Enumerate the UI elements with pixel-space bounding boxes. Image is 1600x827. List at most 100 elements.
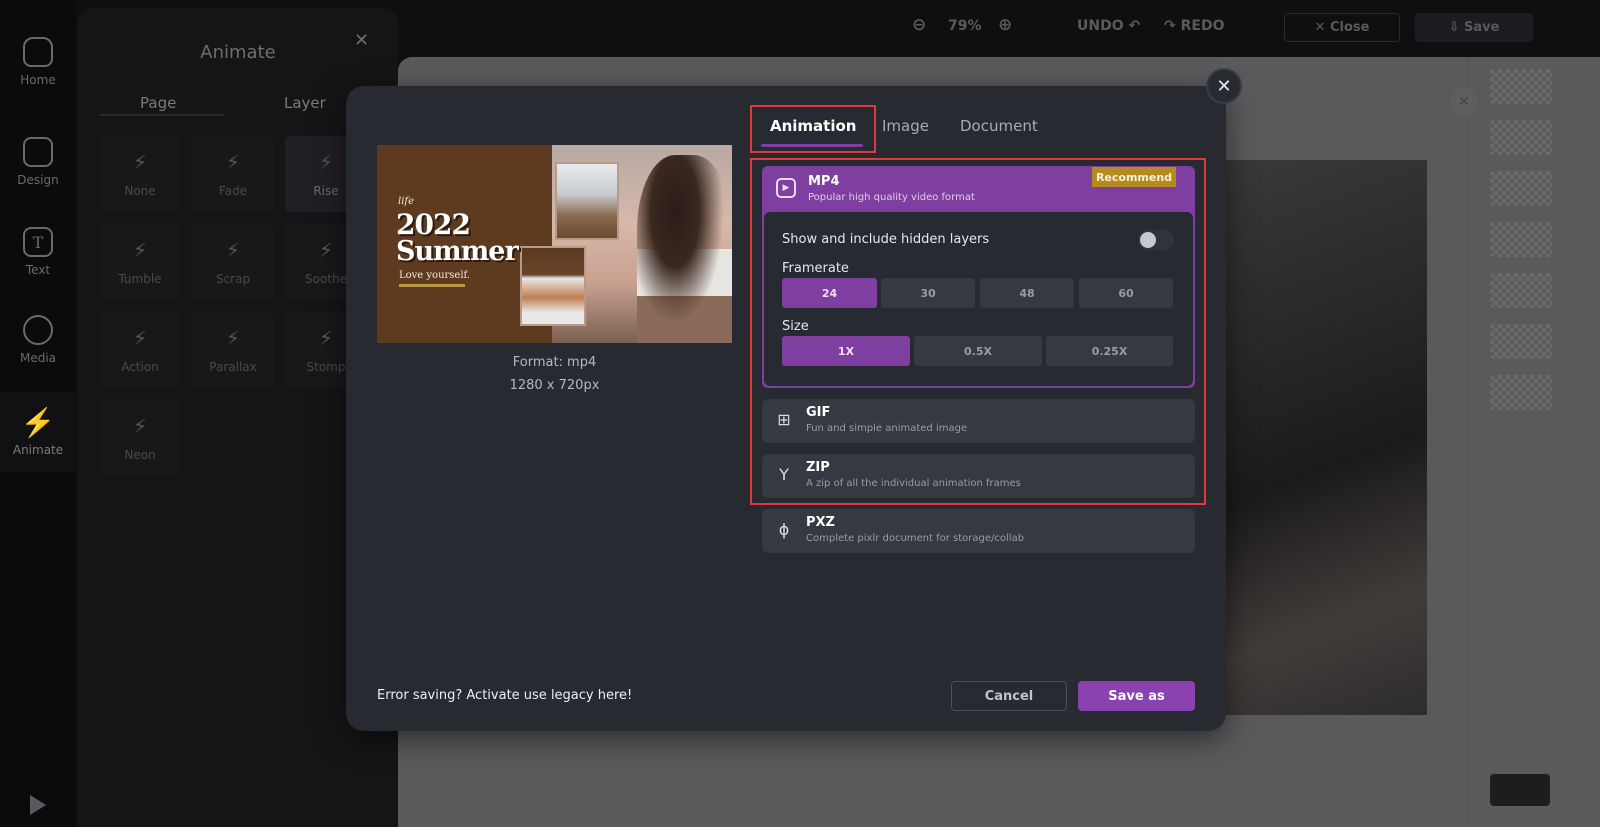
left-nav-rail: Home Design T Text Media ⚡ Animate [0,0,76,827]
tab-document[interactable]: Document [960,117,1038,135]
cancel-button[interactable]: Cancel [951,681,1067,711]
format-caption: Format: mp4 [512,355,597,370]
pixlr-editor: Home Design T Text Media ⚡ Animate Anima… [0,0,1600,827]
layer-thumb[interactable] [1490,375,1552,410]
effect-label: Fade [218,184,248,198]
preview-waffle-photo [520,246,586,326]
effect-label: Rise [313,184,339,198]
layer-thumb[interactable] [1490,171,1552,206]
size-0-5x[interactable]: 0.5X [914,336,1042,366]
rail-item-text[interactable]: T Text [0,212,76,292]
preview-tagline: Love yourself. [399,270,471,281]
layer-thumb[interactable] [1490,120,1552,155]
effect-label: None [124,184,156,198]
size-1x[interactable]: 1X [782,336,910,366]
effect-parallax[interactable]: ⚡ Parallax [192,312,274,388]
layer-thumb[interactable] [1490,222,1552,257]
effect-neon[interactable]: ⚡ Neon [99,400,181,476]
format-option-gif[interactable]: ⊞ GIF Fun and simple animated image [762,399,1195,443]
framerate-60[interactable]: 60 [1079,278,1173,308]
effect-fade[interactable]: ⚡ Fade [192,136,274,212]
effect-label: Action [121,360,159,374]
zoom-in-icon[interactable]: ⊕ [998,15,1012,35]
effect-none[interactable]: ⚡ None [99,136,181,212]
effect-action[interactable]: ⚡ Action [99,312,181,388]
scrap-effect-icon: ⚡ [225,238,241,262]
effect-label: Tumble [118,272,162,286]
undo-button[interactable]: UNDO ↶ [1077,18,1140,34]
rail-item-label: Home [20,73,56,87]
close-icon[interactable]: ✕ [1450,88,1478,116]
format-description: Fun and simple animated image [806,423,968,434]
tab-image[interactable]: Image [882,117,929,135]
rise-effect-icon: ⚡ [318,150,334,174]
fade-effect-icon: ⚡ [225,150,241,174]
media-icon [23,315,53,345]
soothe-effect-icon: ⚡ [318,238,334,262]
rail-item-design[interactable]: Design [0,122,76,202]
dialog-close-icon[interactable]: ✕ [1206,68,1242,104]
recommend-badge: Recommend [1092,167,1176,187]
highlight-box-tab [750,105,876,153]
parallax-effect-icon: ⚡ [225,326,241,350]
size-label: Size [782,319,809,334]
tab-page[interactable]: Page [140,94,176,112]
effect-tumble[interactable]: ⚡ Tumble [99,224,181,300]
rail-item-label: Text [25,263,51,277]
format-description: Popular high quality video format [808,192,975,203]
rail-item-media[interactable]: Media [0,300,76,380]
neon-effect-icon: ⚡ [132,414,148,438]
action-effect-icon: ⚡ [132,326,148,350]
preview-underline [399,284,465,287]
hidden-layers-label: Show and include hidden layers [782,232,990,247]
format-description: A zip of all the individual animation fr… [806,478,1021,489]
size-0-25x[interactable]: 0.25X [1046,336,1173,366]
format-name: MP4 [808,174,840,189]
framerate-30[interactable]: 30 [881,278,975,308]
effect-label: Parallax [209,360,257,374]
dimensions-caption: 1280 x 720px [509,378,600,393]
close-button[interactable]: ✕ Close [1284,13,1400,42]
play-icon[interactable] [30,795,46,815]
save-as-button[interactable]: Save as [1078,681,1195,711]
effect-label: Soothe [305,272,347,286]
tab-layer[interactable]: Layer [284,94,326,112]
canvas-photo [1224,160,1427,715]
preview-coffee-photo [555,162,619,240]
design-icon [23,137,53,167]
rail-item-animate[interactable]: ⚡ Animate [0,392,76,472]
text-icon: T [23,227,53,257]
format-option-zip[interactable]: Y ZIP A zip of all the individual animat… [762,454,1195,498]
layer-thumb[interactable] [1490,273,1552,308]
animate-icon: ⚡ [20,405,56,439]
play-icon: ▶ [776,178,796,198]
gif-grid-icon: ⊞ [777,409,791,429]
tab-underline [100,114,224,116]
effect-label: Neon [124,448,156,462]
framerate-24[interactable]: 24 [782,278,877,308]
effect-label: Stomp [306,360,346,374]
zoom-level: 79% [948,18,982,34]
format-description: Complete pixlr document for storage/coll… [806,533,1025,544]
save-button[interactable]: ⇩ Save [1415,13,1533,42]
rail-item-home[interactable]: Home [0,22,76,102]
effect-scrap[interactable]: ⚡ Scrap [192,224,274,300]
zipper-icon: Y [779,464,789,484]
format-name: PXZ [806,515,835,530]
format-option-pxz[interactable]: ϕ PXZ Complete pixlr document for storag… [762,509,1195,553]
close-icon[interactable]: ✕ [354,30,369,51]
framerate-48[interactable]: 48 [980,278,1074,308]
framerate-label: Framerate [782,261,849,276]
preview-headline: Summer [396,236,519,267]
stomp-effect-icon: ⚡ [318,326,334,350]
layer-thumb[interactable] [1490,324,1552,359]
tumble-effect-icon: ⚡ [132,238,148,262]
color-swatch[interactable] [1490,774,1550,806]
legacy-link[interactable]: Error saving? Activate use legacy here! [377,688,632,703]
effect-label: Scrap [215,272,251,286]
redo-button[interactable]: ↷ REDO [1164,18,1224,34]
none-effect-icon: ⚡ [132,150,148,174]
preview-script-text: life [398,196,415,207]
layer-thumb[interactable] [1490,69,1552,104]
zoom-out-icon[interactable]: ⊖ [912,15,926,35]
